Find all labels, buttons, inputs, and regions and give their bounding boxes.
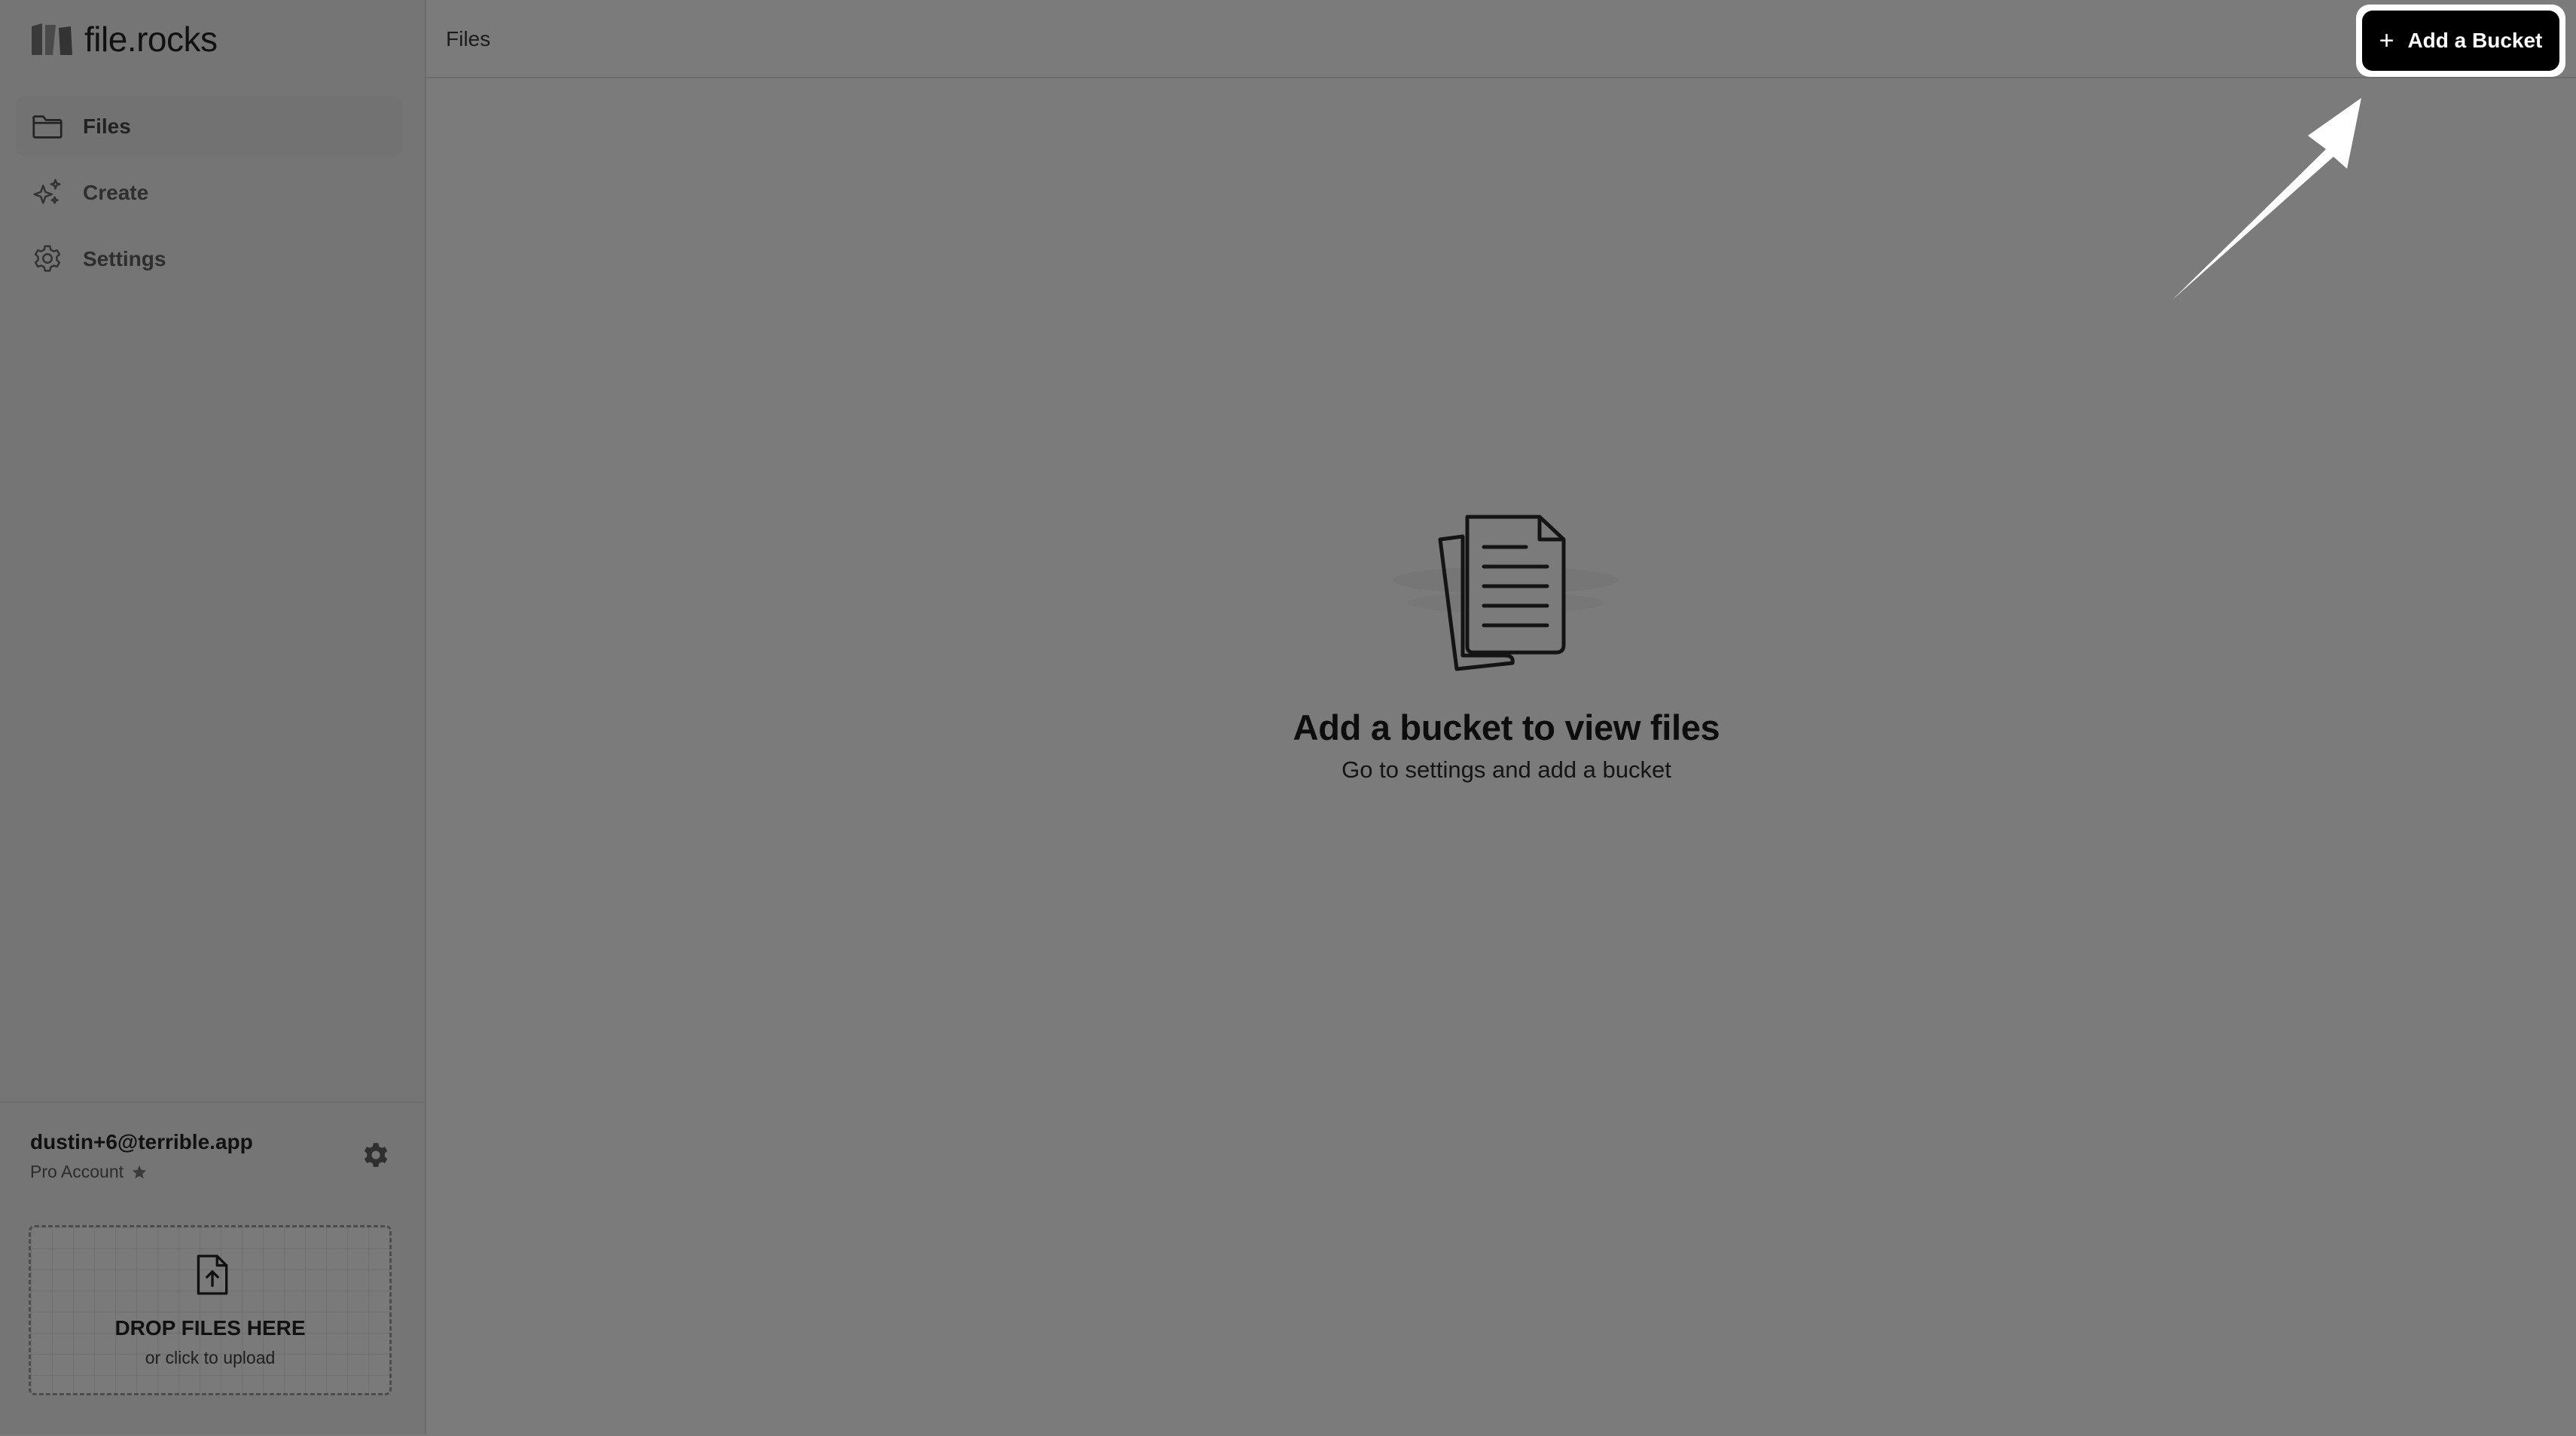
sidebar: file.rocks Files Create Settings dustin+…: [0, 0, 426, 1434]
sidebar-item-files[interactable]: Files: [17, 96, 402, 157]
top-bar: Files: [426, 0, 2576, 78]
file-upload-icon: [197, 1254, 228, 1295]
empty-state-heading: Add a bucket to view files: [1293, 707, 1720, 747]
file-dropzone[interactable]: DROP FILES HERE or click to upload: [29, 1225, 392, 1395]
empty-state: Add a bucket to view files Go to setting…: [1205, 505, 1808, 806]
sidebar-item-create[interactable]: Create: [17, 163, 402, 223]
sidebar-item-label: Files: [83, 115, 131, 138]
account-settings-gear-icon[interactable]: [362, 1141, 390, 1169]
dropzone-subtitle: or click to upload: [145, 1348, 276, 1367]
sidebar-item-settings[interactable]: Settings: [17, 229, 402, 289]
dropzone-title: DROP FILES HERE: [114, 1316, 306, 1340]
add-bucket-button[interactable]: + Add a Bucket: [2362, 11, 2559, 71]
breadcrumb: Files: [446, 27, 491, 50]
gear-icon: [34, 245, 61, 272]
app-logo[interactable]: file.rocks: [30, 17, 218, 62]
plus-icon: +: [2379, 26, 2394, 55]
app-name: file.rocks: [84, 20, 218, 59]
account-plan: Pro Account: [30, 1162, 148, 1182]
documents-icon: [1393, 515, 1619, 671]
empty-state-subtext: Go to settings and add a bucket: [1341, 756, 1671, 783]
sidebar-item-label: Settings: [83, 247, 166, 270]
add-bucket-label: Add a Bucket: [2407, 29, 2543, 52]
add-bucket-highlight: + Add a Bucket: [2356, 5, 2565, 77]
sidebar-item-label: Create: [83, 181, 149, 204]
account-panel: dustin+6@terrible.app Pro Account DROP F…: [0, 1101, 425, 1436]
folder-icon: [32, 115, 63, 139]
sparkles-icon: [33, 179, 61, 204]
account-plan-label: Pro Account: [30, 1162, 124, 1181]
sidebar-nav: Files Create Settings: [17, 96, 402, 295]
logo-icon: [32, 23, 72, 55]
account-email: dustin+6@terrible.app: [30, 1130, 253, 1153]
arrow-icon: [2172, 98, 2361, 300]
star-icon: [132, 1165, 147, 1178]
